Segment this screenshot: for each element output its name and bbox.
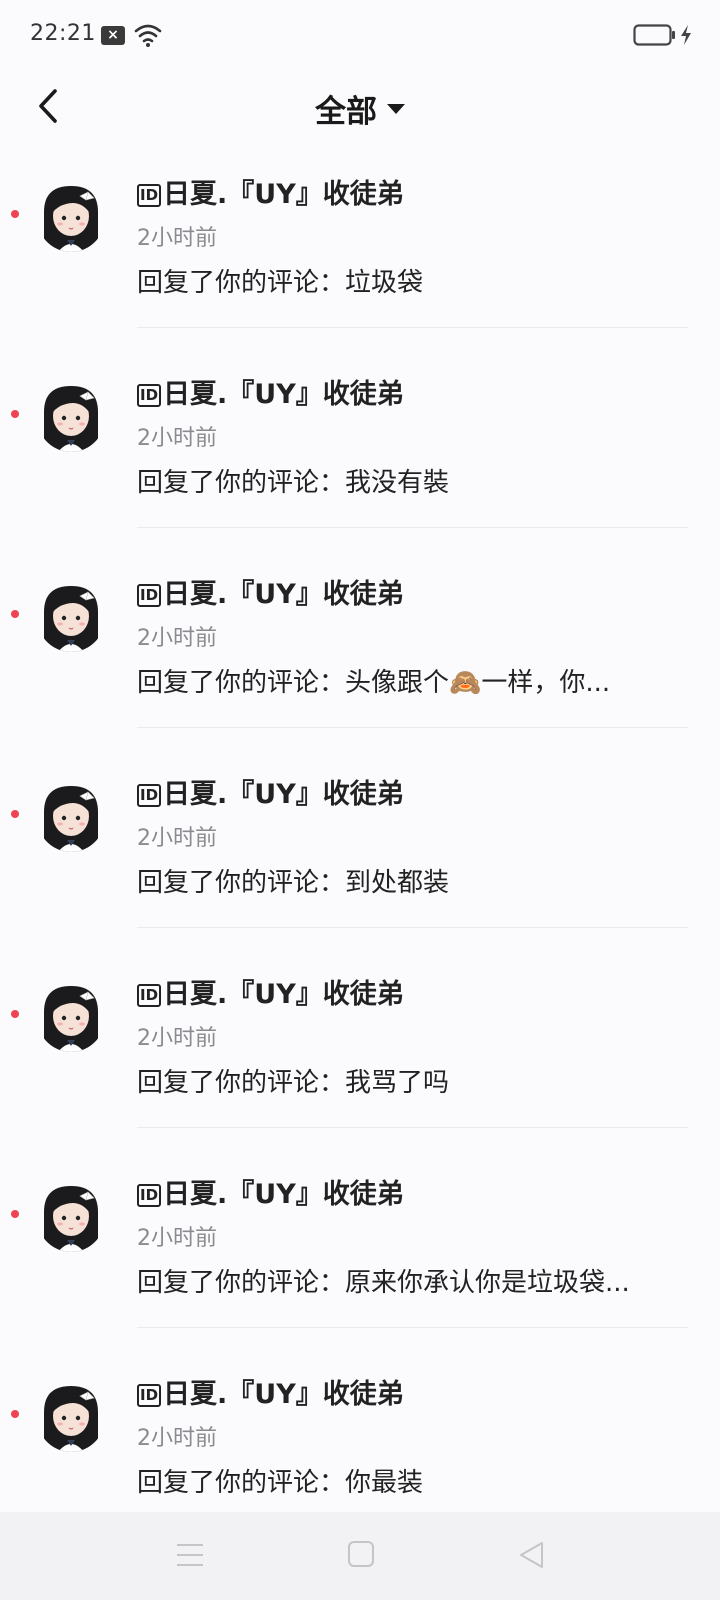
notification-item-2[interactable]: ID 日夏.『UY』收徒弟 2小时前 回复了你的评论：我没有裝 — [0, 370, 720, 570]
timestamp: 2小时前 — [137, 426, 217, 451]
page-title: 全部 — [315, 94, 377, 130]
avatar[interactable] — [36, 978, 106, 1052]
notification-list: ID 日夏.『UY』收徒弟 2小时前 回复了你的评论：垃圾袋 ID 日夏.『UY… — [0, 170, 720, 1570]
username-text: 日夏.『UY』收徒弟 — [163, 379, 404, 410]
unread-dot — [11, 1410, 19, 1418]
id-badge: ID — [137, 784, 162, 807]
avatar[interactable] — [36, 1378, 106, 1452]
notification-item-1[interactable]: ID 日夏.『UY』收徒弟 2小时前 回复了你的评论：垃圾袋 — [0, 170, 720, 370]
id-badge: ID — [137, 184, 162, 207]
divider — [137, 1327, 688, 1328]
system-nav-bar — [0, 1512, 720, 1600]
unread-dot — [11, 210, 19, 218]
caret-down-icon — [387, 103, 405, 114]
timestamp: 2小时前 — [137, 1226, 217, 1251]
divider — [137, 1127, 688, 1128]
username-text: 日夏.『UY』收徒弟 — [163, 1379, 404, 1410]
username[interactable]: ID 日夏.『UY』收徒弟 — [137, 1172, 404, 1211]
header: 全部 — [0, 70, 720, 170]
wifi-icon — [134, 22, 162, 52]
divider — [137, 527, 688, 528]
username-text: 日夏.『UY』收徒弟 — [163, 779, 404, 810]
username[interactable]: ID 日夏.『UY』收徒弟 — [137, 972, 404, 1011]
avatar[interactable] — [36, 1178, 106, 1252]
x-icon: × — [101, 26, 125, 45]
status-time: 22:21 — [30, 21, 96, 46]
username-text: 日夏.『UY』收徒弟 — [163, 179, 404, 210]
id-badge: ID — [137, 384, 162, 407]
timestamp: 2小时前 — [137, 1026, 217, 1051]
reply-text: 回复了你的评论：垃圾袋 — [137, 268, 424, 298]
notification-item-6[interactable]: ID 日夏.『UY』收徒弟 2小时前 回复了你的评论：原来你承认你是垃圾袋... — [0, 1170, 720, 1370]
reply-text: 回复了你的评论：我骂了吗 — [137, 1068, 450, 1098]
status-bar: 22:21 × — [0, 0, 720, 70]
timestamp: 2小时前 — [137, 826, 217, 851]
username[interactable]: ID 日夏.『UY』收徒弟 — [137, 372, 404, 411]
reply-text: 回复了你的评论：你最装 — [137, 1468, 424, 1498]
battery-icon — [633, 24, 677, 50]
filter-dropdown[interactable]: 全部 — [0, 86, 720, 131]
notification-item-3[interactable]: ID 日夏.『UY』收徒弟 2小时前 回复了你的评论：头像跟个🙈一样，你... — [0, 570, 720, 770]
username-text: 日夏.『UY』收徒弟 — [163, 579, 404, 610]
divider — [137, 327, 688, 328]
unread-dot — [11, 810, 19, 818]
unread-dot — [11, 410, 19, 418]
unread-dot — [11, 610, 19, 618]
username[interactable]: ID 日夏.『UY』收徒弟 — [137, 1372, 404, 1411]
username-text: 日夏.『UY』收徒弟 — [163, 979, 404, 1010]
username[interactable]: ID 日夏.『UY』收徒弟 — [137, 772, 404, 811]
id-badge: ID — [137, 584, 162, 607]
notification-item-5[interactable]: ID 日夏.『UY』收徒弟 2小时前 回复了你的评论：我骂了吗 — [0, 970, 720, 1170]
avatar[interactable] — [36, 378, 106, 452]
username[interactable]: ID 日夏.『UY』收徒弟 — [137, 172, 404, 211]
timestamp: 2小时前 — [137, 626, 217, 651]
divider — [137, 927, 688, 928]
username-text: 日夏.『UY』收徒弟 — [163, 1179, 404, 1210]
avatar[interactable] — [36, 778, 106, 852]
square-home-icon[interactable] — [347, 1540, 375, 1572]
unread-dot — [11, 1010, 19, 1018]
avatar[interactable] — [36, 178, 106, 252]
reply-text: 回复了你的评论：到处都装 — [137, 868, 450, 898]
id-badge: ID — [137, 1184, 162, 1207]
reply-text: 回复了你的评论：我没有裝 — [137, 468, 450, 498]
username[interactable]: ID 日夏.『UY』收徒弟 — [137, 572, 404, 611]
notification-item-4[interactable]: ID 日夏.『UY』收徒弟 2小时前 回复了你的评论：到处都装 — [0, 770, 720, 970]
avatar[interactable] — [36, 578, 106, 652]
reply-text: 回复了你的评论：头像跟个🙈一样，你... — [137, 668, 611, 698]
reply-text: 回复了你的评论：原来你承认你是垃圾袋... — [137, 1268, 630, 1298]
unread-dot — [11, 1210, 19, 1218]
divider — [137, 727, 688, 728]
charging-icon — [680, 24, 692, 50]
id-badge: ID — [137, 984, 162, 1007]
timestamp: 2小时前 — [137, 1426, 217, 1451]
menu-icon[interactable] — [175, 1542, 205, 1572]
id-badge: ID — [137, 1384, 162, 1407]
timestamp: 2小时前 — [137, 226, 217, 251]
triangle-back-icon[interactable] — [517, 1540, 545, 1574]
